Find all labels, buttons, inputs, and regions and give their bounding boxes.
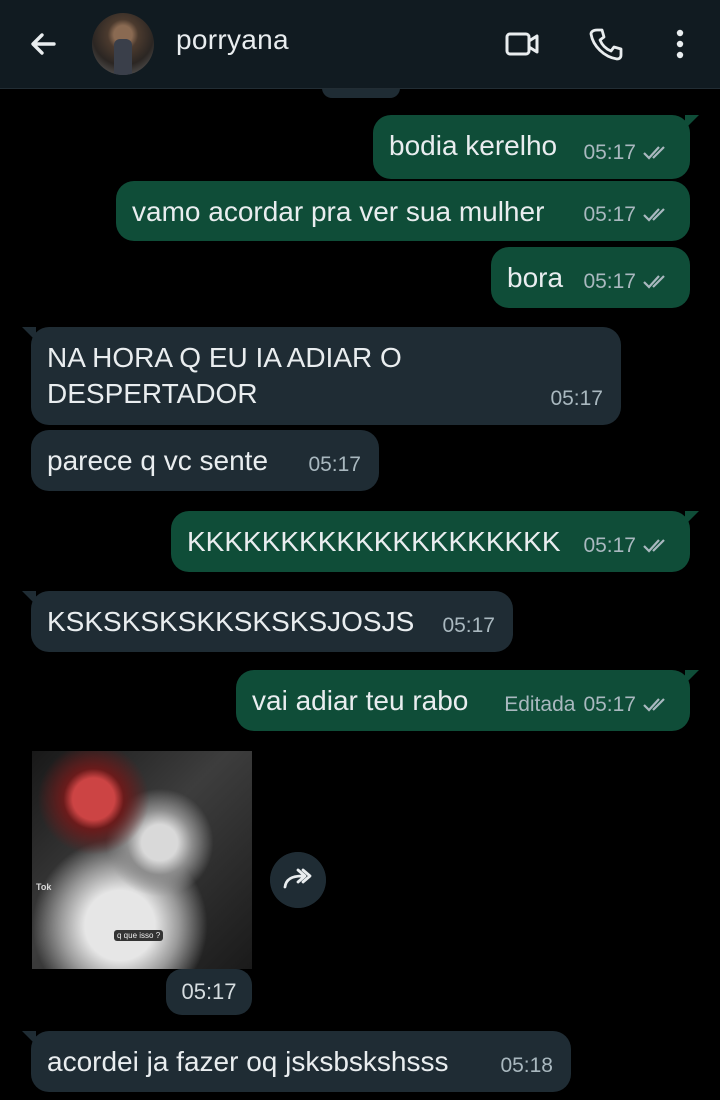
message-time: 05:17 [308, 453, 361, 476]
double-check-icon [643, 208, 665, 222]
message-text: KKKKKKKKKKKKKKKKKKKK [187, 526, 561, 557]
double-check-icon [643, 539, 665, 553]
message-text: bora [507, 262, 564, 293]
message-bubble-outgoing[interactable]: bodia kerelho 05:17 [373, 115, 699, 179]
message-meta: Editada 05:17 [504, 687, 672, 723]
contact-name[interactable]: porryana [176, 24, 289, 56]
message-time: 05:17 [583, 203, 636, 226]
phone-call-icon[interactable] [586, 24, 626, 64]
message-time: 05:17 [583, 534, 636, 557]
message-time: 05:17 [583, 693, 636, 716]
previous-message-bubble-edge [322, 88, 400, 98]
message-bubble-incoming[interactable]: NA HORA Q EU IA ADIAR O DESPERTADOR 05:1… [22, 327, 621, 425]
message-bubble-incoming[interactable]: acordei ja fazer oq jsksbskshsss 05:18 [22, 1031, 571, 1092]
message-bubble-outgoing[interactable]: vamo acordar pra ver sua mulher 05:17 [116, 181, 690, 241]
chat-messages: bodia kerelho 05:17 vamo acordar pra ver… [0, 88, 720, 1100]
message-meta: 05:17 [583, 528, 672, 564]
message-text: vai adiar teu rabo [252, 685, 469, 716]
edited-label: Editada [504, 693, 576, 716]
media-overlay-label: Tok [36, 882, 52, 892]
message-text-line: DESPERTADOR [47, 378, 258, 409]
message-meta: 05:17 [583, 264, 672, 300]
message-text: bodia kerelho [389, 130, 558, 161]
message-time: 05:17 [442, 614, 495, 637]
more-vertical-icon[interactable] [660, 24, 700, 64]
message-bubble-outgoing[interactable]: KKKKKKKKKKKKKKKKKKKK 05:17 [171, 511, 699, 572]
message-time: 05:17 [550, 387, 603, 410]
message-text: acordei ja fazer oq jsksbskshsss [47, 1046, 449, 1077]
message-bubble-outgoing[interactable]: bora 05:17 [491, 247, 690, 308]
message-text-line: NA HORA Q EU IA ADIAR O [47, 342, 402, 373]
message-time: 05:18 [500, 1054, 553, 1077]
message-meta: 05:17 [583, 197, 672, 233]
arrow-left-icon[interactable] [24, 24, 64, 64]
message-time: 05:17 [583, 141, 636, 164]
message-text: parece q vc sente [47, 445, 269, 476]
media-thumbnail[interactable]: Tok q que isso ? [32, 751, 252, 969]
message-bubble-outgoing[interactable]: vai adiar teu rabo Editada 05:17 [236, 670, 699, 731]
media-time-badge: 05:17 [166, 969, 252, 1015]
message-time: 05:17 [583, 270, 636, 293]
message-text: vamo acordar pra ver sua mulher [132, 196, 545, 227]
video-call-icon[interactable] [502, 24, 542, 64]
message-bubble-incoming[interactable]: KSKSKSKSKKSKSKSJOSJS 05:17 [22, 591, 513, 652]
double-check-icon [643, 146, 665, 160]
chat-header: porryana [0, 0, 720, 89]
contact-avatar[interactable] [92, 13, 154, 75]
message-bubble-incoming[interactable]: parece q vc sente 05:17 [31, 430, 379, 491]
message-meta: 05:17 [583, 135, 672, 171]
double-check-icon [643, 698, 665, 712]
double-check-icon [643, 275, 665, 289]
media-caption: q que isso ? [114, 930, 164, 941]
forward-icon[interactable] [270, 852, 326, 908]
message-text: KSKSKSKSKKSKSKSJOSJS [47, 606, 415, 637]
